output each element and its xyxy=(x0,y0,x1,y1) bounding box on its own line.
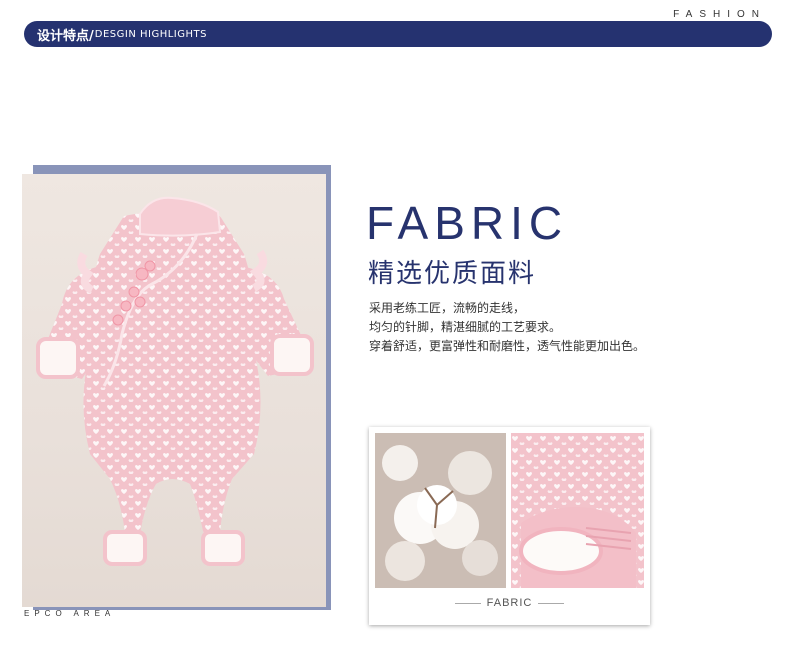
cuff-closeup-photo xyxy=(511,433,644,588)
description-line: 均匀的针脚，精湛细腻的工艺要求。 xyxy=(369,320,562,334)
caption-divider-left xyxy=(454,602,481,604)
cotton-photo xyxy=(375,433,506,588)
banner-title-en: DESGIN HIGHLIGHTS xyxy=(94,28,207,40)
photo-footer-tag: EPCO AREA xyxy=(24,609,116,618)
fabric-subtitle: 精选优质面料 xyxy=(368,259,537,289)
description-line: 采用老练工匠，流畅的走线， xyxy=(369,301,526,315)
caption-divider-right xyxy=(538,602,565,604)
card-caption: FABRIC xyxy=(369,597,650,609)
romper-illustration xyxy=(36,196,314,566)
fabric-title: FABRIC xyxy=(366,197,569,249)
fabric-detail-card: FABRIC xyxy=(369,427,650,625)
section-banner: 设计特点/ DESGIN HIGHLIGHTS xyxy=(24,21,772,47)
cuff-illustration xyxy=(511,433,644,588)
description-line: 穿着舒适，更富弹性和耐磨性，透气性能更加出色。 xyxy=(369,339,646,353)
fashion-tag: FASHION xyxy=(673,9,766,20)
banner-title-cn: 设计特点/ xyxy=(37,28,94,44)
fabric-description: 采用老练工匠，流畅的走线， 均匀的针脚，精湛细腻的工艺要求。 穿着舒适，更富弹性… xyxy=(369,299,645,356)
card-caption-text: FABRIC xyxy=(486,597,533,609)
cotton-illustration xyxy=(375,433,506,588)
romper-photo xyxy=(22,174,326,607)
